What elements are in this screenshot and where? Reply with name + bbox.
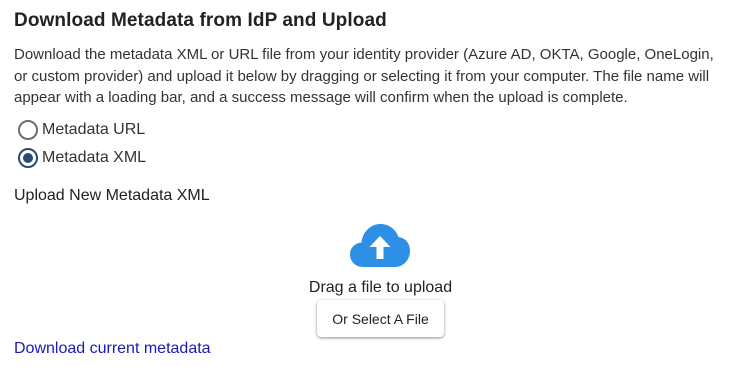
drag-instructions: Drag a file to upload — [308, 279, 453, 296]
section-description: Download the metadata XML or URL file fr… — [14, 46, 714, 106]
metadata-xml-label: Metadata XML — [42, 149, 147, 166]
metadata-xml-option[interactable]: Metadata XML — [18, 148, 146, 168]
upload-heading: Upload New Metadata XML — [14, 187, 210, 204]
metadata-url-label: Metadata URL — [42, 121, 146, 138]
section-title: Download Metadata from IdP and Upload — [14, 10, 387, 31]
upload-dropzone[interactable] — [349, 222, 411, 268]
select-file-button[interactable]: Or Select A File — [317, 300, 444, 337]
metadata-xml-radio[interactable] — [18, 148, 38, 168]
cloud-upload-icon — [350, 224, 410, 267]
metadata-url-option[interactable]: Metadata URL — [18, 120, 145, 140]
download-current-metadata-link[interactable]: Download current metadata — [14, 340, 211, 358]
metadata-upload-panel: Download Metadata from IdP and Upload Do… — [0, 0, 734, 367]
metadata-url-radio[interactable] — [18, 120, 38, 140]
